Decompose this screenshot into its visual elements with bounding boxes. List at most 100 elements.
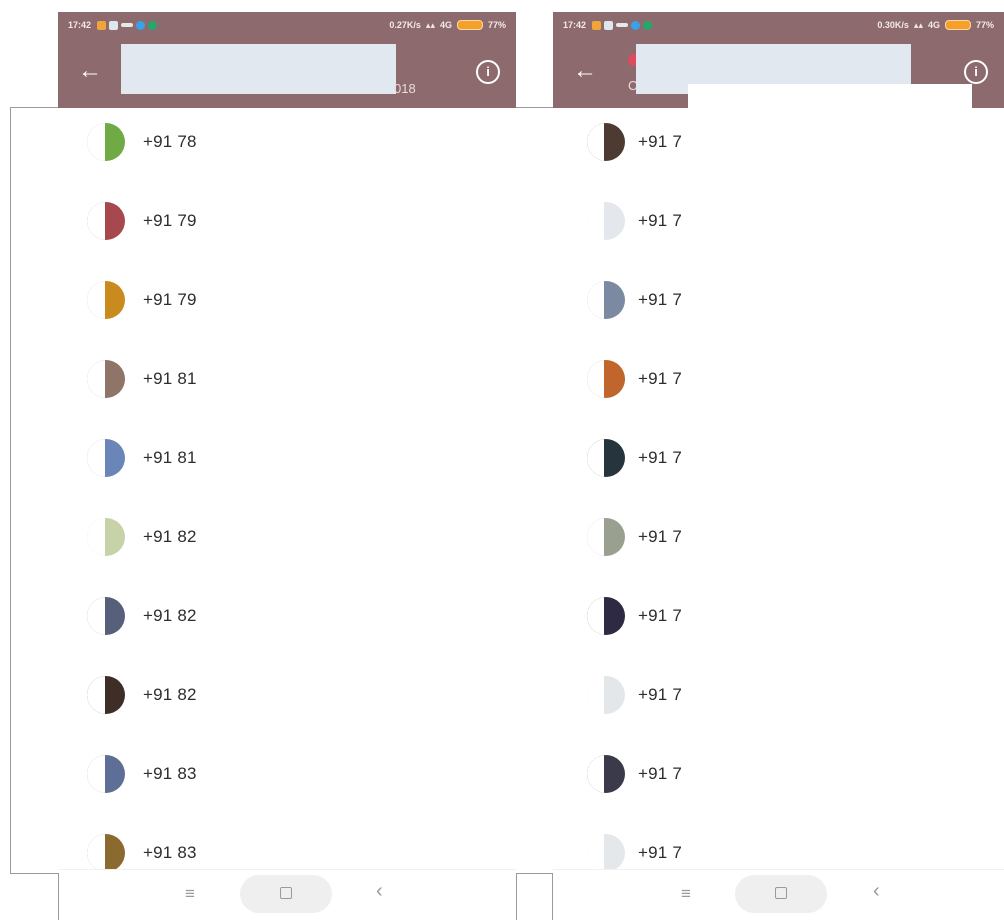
- upload-icon: [643, 20, 653, 30]
- contact-row[interactable]: +91 7: [553, 191, 1004, 251]
- key-icon: [121, 23, 134, 27]
- avatar: [87, 123, 125, 161]
- contact-row[interactable]: +91 81: [58, 349, 516, 409]
- subtitle-fragment: 018: [394, 81, 416, 96]
- back-arrow-icon[interactable]: ←: [573, 56, 603, 86]
- upload-icon: [148, 20, 158, 30]
- notification-icons: [592, 20, 653, 30]
- avatar-crop: [587, 202, 604, 240]
- contact-row[interactable]: +91 7: [553, 428, 1004, 488]
- contact-row[interactable]: +91 83: [58, 744, 516, 804]
- network-speed: 0.30K/s: [877, 20, 909, 30]
- frame-line: [10, 873, 58, 874]
- contact-row[interactable]: +91 7: [553, 270, 1004, 330]
- menu-lines-icon[interactable]: ≡: [185, 884, 195, 904]
- phone-number: +91 7: [638, 369, 683, 388]
- chevron-left-icon[interactable]: ‹: [873, 880, 880, 903]
- avatar-crop: [87, 202, 105, 240]
- status-bar: 17:42 0.27K/s ▴▴ 4G 77%: [58, 12, 516, 38]
- phone-number: +91 83: [143, 764, 197, 783]
- network-type: 4G: [439, 20, 452, 30]
- avatar-crop: [87, 755, 105, 793]
- contact-row[interactable]: +91 7: [553, 823, 1004, 870]
- frame-line: [58, 873, 59, 920]
- contact-row[interactable]: +91 79: [58, 270, 516, 330]
- avatar: [87, 281, 125, 319]
- notification-icons: [97, 20, 158, 30]
- avatar: [87, 360, 125, 398]
- chevron-left-icon[interactable]: ‹: [376, 880, 383, 903]
- avatar-crop: [87, 518, 105, 556]
- phone-number: +91 7: [638, 527, 683, 546]
- avatar: [87, 597, 125, 635]
- navigation-bar: ≡ ‹: [58, 869, 516, 920]
- contact-row[interactable]: +91 7: [553, 349, 1004, 409]
- contact-row[interactable]: +91 7: [553, 744, 1004, 804]
- contact-row[interactable]: +91 82: [58, 665, 516, 725]
- notification-icon: [97, 20, 107, 30]
- frame-line: [10, 107, 58, 108]
- info-icon[interactable]: i: [964, 60, 988, 84]
- phone-number: +91 79: [143, 290, 197, 309]
- frame-line: [516, 107, 553, 108]
- left-screenshot: 17:42 0.27K/s ▴▴ 4G 77% ← 018 i +91 78 +9…: [58, 12, 516, 920]
- avatar: [87, 676, 125, 714]
- phone-number: +91 7: [638, 685, 683, 704]
- avatar-crop: [87, 676, 105, 714]
- avatar-crop: [587, 597, 604, 635]
- frame-line: [10, 107, 11, 873]
- status-bar: 17:42 0.30K/s ▴▴ 4G 77%: [553, 12, 1004, 38]
- contact-row[interactable]: +91 7: [553, 112, 1004, 172]
- signal-icon: ▴▴: [425, 19, 435, 30]
- contact-row[interactable]: +91 7: [553, 586, 1004, 646]
- notification-icon: [592, 20, 602, 30]
- phone-number: +91 81: [143, 369, 197, 388]
- avatar-crop: [87, 281, 105, 319]
- frame-line: [516, 873, 553, 874]
- battery-icon: [944, 20, 971, 30]
- phone-number: +91 7: [638, 764, 683, 783]
- app-bar: ← 018 i: [58, 38, 516, 108]
- avatar: [587, 202, 625, 240]
- frame-line: [516, 873, 517, 920]
- back-arrow-icon[interactable]: ←: [78, 56, 108, 86]
- key-icon: [616, 23, 629, 27]
- phone-number: +91 82: [143, 527, 197, 546]
- phone-number: +91 79: [143, 211, 197, 230]
- phone-number: +91 7: [638, 132, 683, 151]
- right-screenshot: 17:42 0.30K/s ▴▴ 4G 77% ← C i +91 7 +91 7…: [553, 12, 1004, 920]
- contact-row[interactable]: +91 81: [58, 428, 516, 488]
- home-square-icon: [280, 887, 292, 899]
- avatar: [87, 439, 125, 477]
- avatar-crop: [87, 597, 105, 635]
- contact-row[interactable]: +91 78: [58, 112, 516, 172]
- contact-row[interactable]: +91 79: [58, 191, 516, 251]
- avatar: [587, 123, 625, 161]
- avatar-crop: [587, 281, 604, 319]
- avatar: [587, 360, 625, 398]
- status-time: 17:42: [563, 20, 587, 30]
- network-type: 4G: [927, 20, 940, 30]
- avatar: [587, 439, 625, 477]
- network-speed: 0.27K/s: [389, 20, 421, 30]
- phone-number: +91 82: [143, 685, 197, 704]
- avatar: [87, 834, 125, 870]
- home-button[interactable]: [240, 875, 332, 913]
- avatar: [587, 518, 625, 556]
- home-button[interactable]: [735, 875, 827, 913]
- participant-list: +91 78 +91 79 +91 79 +91 81 +91 81 +91 82 +91 …: [58, 108, 516, 870]
- avatar-crop: [587, 676, 604, 714]
- signal-icon: ▴▴: [913, 19, 923, 30]
- contact-row[interactable]: +91 83: [58, 823, 516, 870]
- participant-list: +91 7 +91 7 +91 7 +91 7 +91 7 +91 7 +91 7 +91 7…: [553, 108, 1004, 870]
- contact-row[interactable]: +91 7: [553, 665, 1004, 725]
- contact-row[interactable]: +91 82: [58, 507, 516, 567]
- phone-number: +91 78: [143, 132, 197, 151]
- contact-row[interactable]: +91 7: [553, 507, 1004, 567]
- contact-row[interactable]: +91 82: [58, 586, 516, 646]
- avatar: [587, 755, 625, 793]
- info-icon[interactable]: i: [476, 60, 500, 84]
- avatar: [587, 597, 625, 635]
- image-notification-icon: [604, 20, 614, 30]
- menu-lines-icon[interactable]: ≡: [681, 884, 691, 904]
